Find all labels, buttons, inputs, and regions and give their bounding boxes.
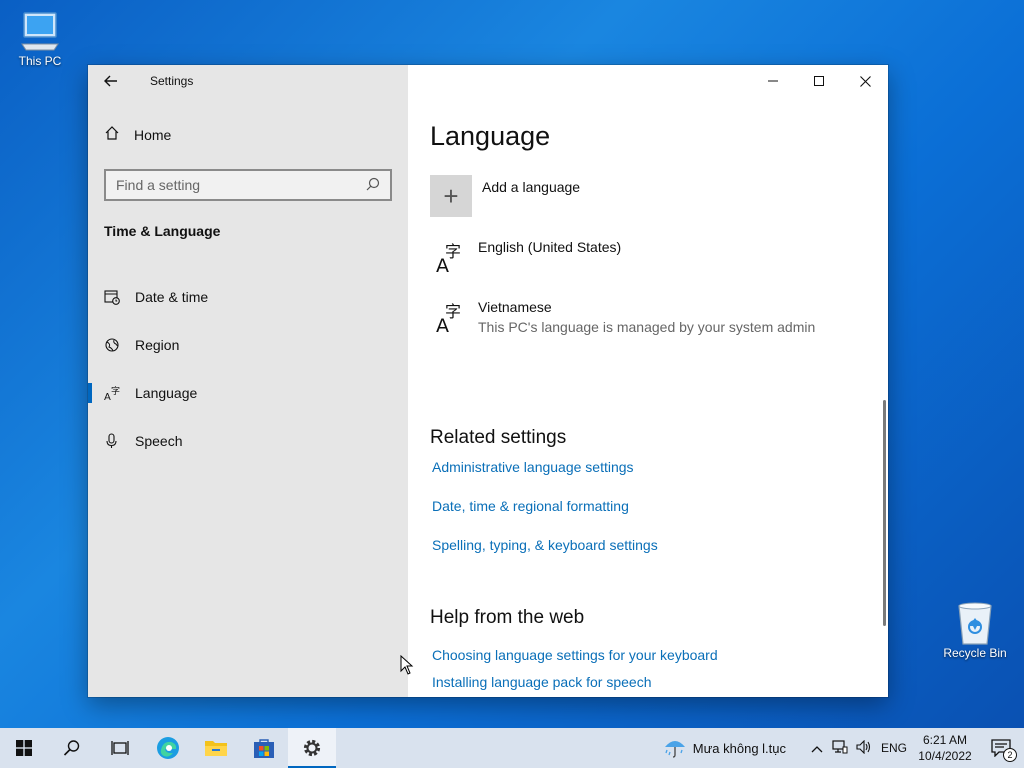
- window-controls: [750, 65, 888, 97]
- sidebar-item-language[interactable]: A字 Language: [88, 369, 408, 417]
- input-language-indicator[interactable]: ENG: [876, 741, 912, 755]
- keyboard-help-link[interactable]: Choosing language settings for your keyb…: [432, 647, 718, 663]
- sidebar-item-label: Language: [135, 385, 198, 401]
- main-content: Language + Add a language A字 English (Un…: [408, 65, 888, 697]
- search-button[interactable]: [48, 728, 96, 768]
- regional-formatting-link[interactable]: Date, time & regional formatting: [432, 498, 629, 514]
- task-view-icon: [111, 741, 129, 755]
- svg-text:字: 字: [111, 385, 120, 397]
- home-icon: [104, 125, 134, 144]
- language-name: Vietnamese: [478, 299, 552, 315]
- language-name: English (United States): [478, 239, 622, 255]
- speech-help-link[interactable]: Installing language pack for speech: [432, 674, 651, 690]
- store-button[interactable]: [240, 728, 288, 768]
- plus-icon: +: [430, 175, 472, 217]
- settings-taskbar-button[interactable]: [288, 728, 336, 768]
- sidebar-item-label: Date & time: [135, 289, 209, 305]
- weather-widget[interactable]: Mưa không l.tục: [663, 737, 786, 759]
- search-input[interactable]: Find a setting: [104, 169, 392, 201]
- file-explorer-button[interactable]: [192, 728, 240, 768]
- home-label: Home: [134, 126, 172, 143]
- add-language-label: Add a language: [482, 179, 581, 195]
- desktop-icon-label: This PC: [18, 54, 62, 68]
- calendar-clock-icon: [104, 289, 135, 305]
- gear-icon: [303, 739, 321, 757]
- sidebar: Settings Home Find a setting Time & Lang…: [88, 65, 408, 697]
- maximize-button[interactable]: [796, 65, 842, 97]
- clock[interactable]: 6:21 AM 10/4/2022: [912, 732, 978, 764]
- start-button[interactable]: [0, 728, 48, 768]
- desktop-icon-label: Recycle Bin: [943, 646, 1007, 660]
- weather-text: Mưa không l.tục: [692, 740, 786, 756]
- close-button[interactable]: [842, 65, 888, 97]
- back-arrow-icon: [104, 75, 117, 87]
- globe-icon: [104, 337, 135, 353]
- minimize-icon: [768, 80, 778, 82]
- add-language-button[interactable]: + Add a language: [430, 175, 580, 217]
- notification-count-badge: 2: [1003, 748, 1017, 762]
- title-bar: Settings: [88, 65, 408, 97]
- minimize-button[interactable]: [750, 65, 796, 97]
- back-button[interactable]: [88, 65, 134, 97]
- computer-icon: [2, 8, 78, 54]
- svg-text:字: 字: [445, 242, 461, 261]
- task-view-button[interactable]: [96, 728, 144, 768]
- network-icon[interactable]: [828, 739, 852, 757]
- language-note: This PC's language is managed by your sy…: [478, 319, 816, 335]
- clock-date: 10/4/2022: [918, 749, 972, 763]
- language-icon: A字: [430, 299, 474, 339]
- search-placeholder: Find a setting: [116, 177, 201, 193]
- language-icon: A字: [430, 239, 474, 279]
- microphone-icon: [104, 433, 135, 449]
- clock-time: 6:21 AM: [922, 733, 968, 747]
- help-heading: Help from the web: [430, 607, 585, 628]
- search-icon: [63, 740, 80, 756]
- sidebar-item-date-time[interactable]: Date & time: [88, 273, 408, 321]
- edge-icon: [157, 737, 179, 759]
- umbrella-rain-icon: [664, 741, 685, 758]
- search-icon: [366, 177, 380, 194]
- page-title: Language: [430, 121, 551, 151]
- home-link[interactable]: Home: [104, 125, 171, 144]
- svg-text:字: 字: [445, 302, 461, 321]
- app-title: Settings: [150, 74, 194, 88]
- language-item[interactable]: A字 Vietnamese This PC's language is mana…: [430, 299, 815, 339]
- maximize-icon: [814, 76, 824, 86]
- svg-text:A: A: [104, 392, 111, 401]
- sidebar-item-label: Region: [135, 337, 180, 353]
- sidebar-item-speech[interactable]: Speech: [88, 417, 408, 465]
- chevron-up-icon[interactable]: [806, 741, 828, 756]
- desktop-icon-recycle-bin[interactable]: Recycle Bin: [937, 600, 1013, 660]
- desktop-icon-this-pc[interactable]: This PC: [2, 8, 78, 68]
- language-item[interactable]: A字 English (United States): [430, 239, 621, 279]
- store-icon: [254, 739, 274, 758]
- volume-icon[interactable]: [852, 739, 876, 757]
- taskbar: Mưa không l.tục ENG 6:21 AM 10/4/2022 2: [0, 728, 1024, 768]
- close-icon: [859, 75, 871, 87]
- system-tray: Mưa không l.tục ENG 6:21 AM 10/4/2022 2: [663, 728, 1024, 768]
- related-settings-heading: Related settings: [430, 427, 567, 448]
- folder-icon: [205, 741, 227, 756]
- sidebar-nav: Date & time Region A字 Language Speech: [88, 273, 408, 465]
- scrollbar[interactable]: [883, 400, 886, 626]
- language-icon: A字: [104, 385, 135, 401]
- recycle-bin-icon: [937, 600, 1013, 646]
- settings-window: Settings Home Find a setting Time & Lang…: [88, 65, 888, 697]
- administrative-language-link[interactable]: Administrative language settings: [432, 459, 634, 475]
- sidebar-item-label: Speech: [135, 433, 183, 449]
- windows-logo-icon: [16, 740, 32, 756]
- mouse-cursor-icon: [400, 654, 414, 680]
- sidebar-item-region[interactable]: Region: [88, 321, 408, 369]
- notification-button[interactable]: 2: [978, 728, 1024, 768]
- edge-button[interactable]: [144, 728, 192, 768]
- section-title: Time & Language: [104, 223, 221, 239]
- keyboard-settings-link[interactable]: Spelling, typing, & keyboard settings: [432, 537, 658, 553]
